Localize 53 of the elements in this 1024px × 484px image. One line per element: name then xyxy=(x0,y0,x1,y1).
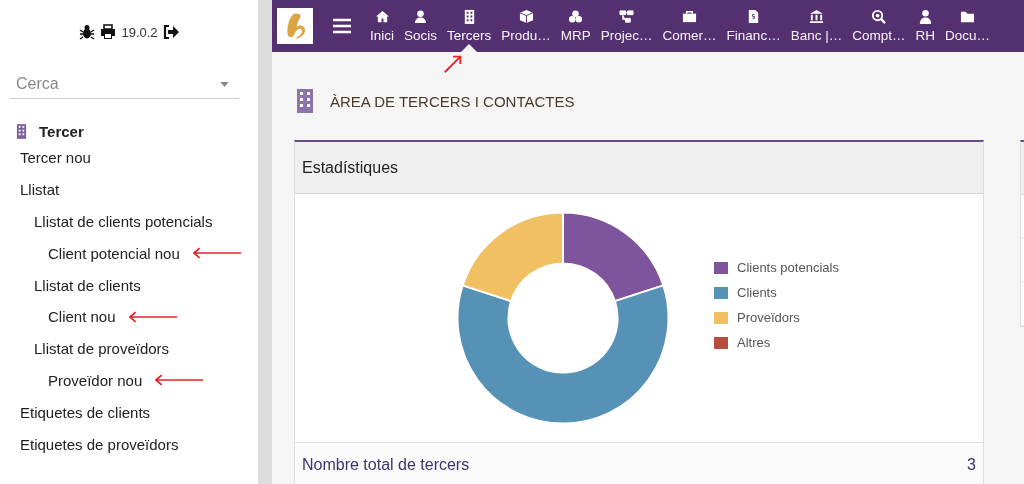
nav-tab[interactable]: RH xyxy=(910,0,940,52)
sidebar-menu-item[interactable]: Proveïdor nou xyxy=(48,371,143,389)
nav-tab[interactable]: Projec… xyxy=(595,0,658,52)
nav-tab[interactable]: Banc |… xyxy=(785,0,848,52)
building-icon xyxy=(16,123,27,139)
user-tie-icon xyxy=(917,9,933,24)
nav-tab[interactable]: Inici xyxy=(365,0,399,52)
magnifier-coin-icon xyxy=(871,9,887,24)
menu-icon[interactable] xyxy=(333,18,351,34)
sidebar-menu-item[interactable]: Llistat de clients potencials xyxy=(34,213,213,230)
bank-icon xyxy=(808,9,824,24)
caret-icon xyxy=(220,82,229,87)
version-text: 19.0.2 xyxy=(121,24,158,40)
legend-label: Clients potencials xyxy=(737,260,839,275)
pointer-arrow xyxy=(191,247,242,260)
sidebar-menu-item[interactable]: Client potencial nou xyxy=(48,244,180,262)
sidebar-menu-item[interactable]: Llistat de proveïdors xyxy=(34,340,170,358)
total-count: 3 xyxy=(967,455,976,474)
section-title[interactable]: Tercer xyxy=(39,122,84,140)
box-icon xyxy=(518,9,534,24)
nav-tab[interactable]: Compt… xyxy=(847,0,911,52)
folder-icon xyxy=(959,9,975,24)
page-title: ÀREA DE TERCERS I CONTACTES xyxy=(330,92,575,110)
pointer-arrow xyxy=(127,310,178,323)
sitemap-icon xyxy=(619,9,635,24)
card-title: Estadístiques xyxy=(302,158,399,177)
home-icon xyxy=(374,9,390,24)
sidebar-menu-item[interactable]: Tercer nou xyxy=(20,149,91,167)
nav-tab[interactable]: Comer… xyxy=(657,0,722,52)
nav-tab[interactable]: Financ… xyxy=(721,0,786,52)
total-label: Nombre total de tercers xyxy=(302,455,470,474)
briefcase-icon xyxy=(682,9,698,24)
sidebar-menu-item[interactable]: Llistat xyxy=(20,181,60,199)
sidebar-menu-item[interactable]: Client nou xyxy=(48,308,116,326)
sidebar-menu-item[interactable]: Etiquetes de proveïdors xyxy=(20,435,179,453)
nav-tab[interactable]: Tercers xyxy=(442,0,497,52)
sidebar-menu-item[interactable]: Llistat de clients xyxy=(34,276,141,294)
legend-label: Proveïdors xyxy=(737,310,800,325)
nav-tab[interactable]: Docu… xyxy=(939,0,995,52)
building-icon xyxy=(296,87,314,115)
printer-icon[interactable] xyxy=(100,24,117,40)
logout-icon[interactable] xyxy=(162,24,179,40)
person-icon xyxy=(413,9,428,24)
bug-icon[interactable] xyxy=(79,24,96,40)
nav-tab[interactable]: Socis xyxy=(399,0,443,52)
nav-tab[interactable]: Produ… xyxy=(496,0,556,52)
cubes-icon xyxy=(568,9,584,24)
legend-label: Altres xyxy=(737,335,771,350)
sidebar-menu-item[interactable]: Etiquetes de clients xyxy=(20,403,151,421)
legend-label: Clients xyxy=(737,285,777,300)
nav-tab[interactable]: MRP xyxy=(555,0,596,52)
pointer-arrow xyxy=(154,374,205,387)
search-field[interactable]: Cerca xyxy=(10,70,239,99)
